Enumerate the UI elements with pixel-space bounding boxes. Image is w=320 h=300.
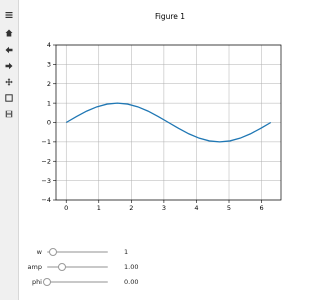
slider-phi-label: phi: [31, 278, 42, 286]
slider-phi-track[interactable]: [47, 281, 108, 283]
y-tick-label-5: 1: [47, 99, 51, 107]
x-tick-label-5: 5: [227, 204, 231, 212]
slider-amp-label: amp: [27, 263, 42, 271]
slider-amp-handle[interactable]: [58, 263, 67, 271]
y-tick-label-7: 3: [47, 61, 51, 69]
x-tick-label-4: 4: [194, 204, 198, 212]
y-tick-label-8: 4: [47, 41, 51, 49]
y-tick-label-0: −4: [41, 196, 51, 204]
slider-phi-handle[interactable]: [43, 278, 51, 286]
slider-amp-track[interactable]: [47, 266, 108, 268]
x-tick-label-6: 6: [259, 204, 263, 212]
y-tick-label-1: −3: [41, 177, 51, 185]
slider-w-value: 1: [124, 248, 129, 256]
x-tick-label-2: 2: [129, 204, 133, 212]
slider-w-label: w: [36, 248, 42, 256]
y-tick-label-3: −1: [41, 138, 51, 146]
y-tick-label-6: 2: [47, 80, 51, 88]
slider-amp-value: 1.00: [124, 263, 139, 271]
x-tick-label-3: 3: [162, 204, 166, 212]
x-tick-label-1: 1: [97, 204, 101, 212]
slider-w-handle[interactable]: [49, 248, 58, 256]
y-tick-label-2: −2: [41, 157, 51, 165]
slider-phi[interactable]: phi 0.00: [0, 276, 288, 288]
slider-amp[interactable]: amp 1.00: [0, 261, 288, 273]
x-tick-label-0: 0: [64, 204, 68, 212]
y-tick-label-4: 0: [47, 119, 51, 127]
slider-phi-value: 0.00: [124, 278, 139, 286]
slider-w[interactable]: w 1: [0, 246, 288, 258]
